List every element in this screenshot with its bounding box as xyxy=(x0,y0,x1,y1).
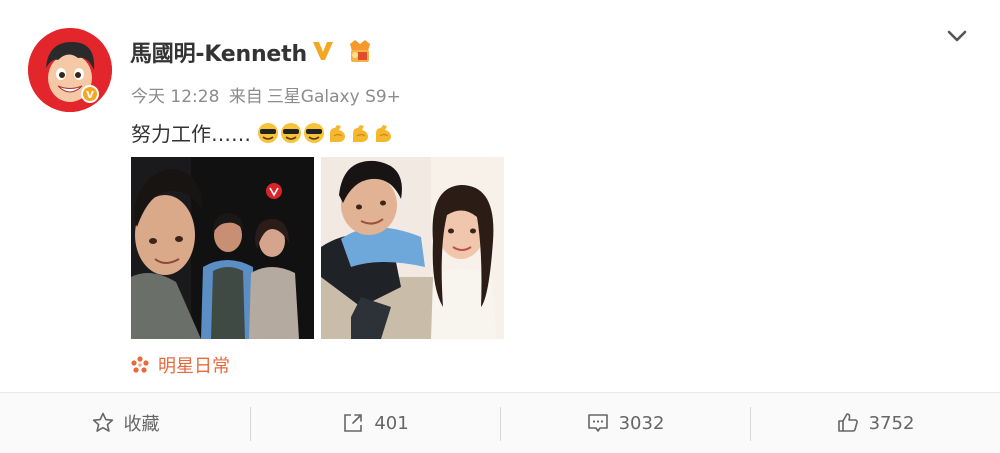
post-meta: 今天 12:28 来自 三星Galaxy S9+ xyxy=(131,82,405,107)
topic-label[interactable]: 明星日常 xyxy=(158,352,230,378)
post-photo-1[interactable] xyxy=(131,157,314,339)
member-medal-icon[interactable] xyxy=(346,38,374,64)
share-icon xyxy=(344,414,363,432)
post-text: 努力工作…… xyxy=(131,122,251,146)
cool-face-icon xyxy=(258,122,278,143)
star-icon xyxy=(92,412,113,432)
comment-button[interactable]: 3032 xyxy=(500,393,750,453)
thumbs-up-icon xyxy=(837,413,858,432)
like-button[interactable]: 3752 xyxy=(750,393,1000,453)
source-prefix: 来自 xyxy=(228,87,263,107)
topic-flower-icon xyxy=(131,356,149,373)
emoji-row xyxy=(257,122,395,144)
comment-count: 3032 xyxy=(618,412,665,434)
avatar[interactable]: V xyxy=(28,28,112,112)
post-photo-2[interactable] xyxy=(321,157,504,339)
svg-text:V: V xyxy=(86,90,94,101)
flexed-biceps-icon xyxy=(353,124,368,142)
post-time[interactable]: 今天 12:28 xyxy=(131,87,219,107)
favorite-label: 收藏 xyxy=(123,414,160,435)
flexed-biceps-icon xyxy=(376,124,391,142)
chevron-down-icon[interactable] xyxy=(944,26,970,46)
like-count: 3752 xyxy=(868,412,915,434)
topic-tag[interactable]: 明星日常 xyxy=(130,352,230,378)
cool-face-icon xyxy=(304,122,324,143)
flexed-biceps-icon xyxy=(330,124,345,142)
username[interactable]: 馬國明-Kenneth xyxy=(130,36,307,68)
verified-v-icon xyxy=(313,42,333,60)
favorite-button[interactable]: 收藏 xyxy=(0,393,250,453)
weibo-post-card: V 馬國明-Kenneth 今天 12:28 来自 三星Galaxy S9+ 努力… xyxy=(0,0,1000,392)
repost-count: 401 xyxy=(374,412,409,434)
post-content: 努力工作…… xyxy=(131,118,395,147)
repost-button[interactable]: 401 xyxy=(250,393,500,453)
post-device[interactable]: 三星Galaxy S9+ xyxy=(267,87,401,107)
comment-icon xyxy=(587,414,608,432)
action-bar: 收藏 401 3032 3752 xyxy=(0,393,1000,453)
cool-face-icon xyxy=(281,122,301,143)
